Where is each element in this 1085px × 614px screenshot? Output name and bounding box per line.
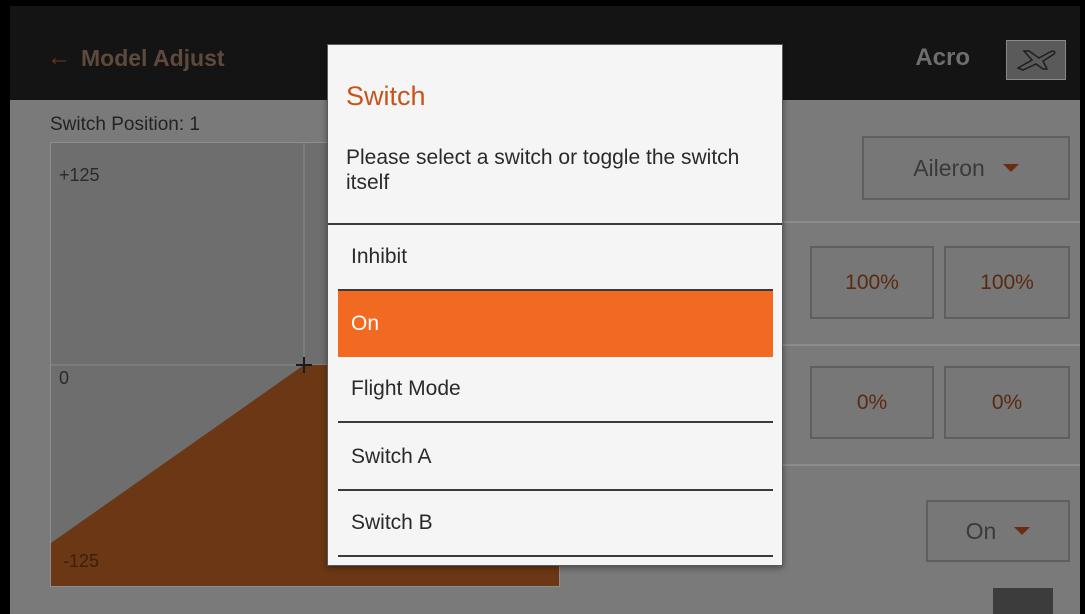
dialog-title: Switch [346,81,426,111]
back-arrow-icon: ← [47,44,71,71]
graph-min-label: -125 [63,551,100,571]
rate-right-value[interactable]: 100% [944,246,1070,319]
option-flight-mode[interactable]: Flight Mode [338,357,773,423]
expo-right-value[interactable]: 0% [944,366,1070,439]
chevron-down-icon [1002,164,1019,172]
airplane-icon[interactable] [1006,40,1066,80]
expo-left-value[interactable]: 0% [810,366,934,439]
switch-dropdown-value: On [965,517,997,544]
graph-zero-label: 0 [59,368,70,388]
graph-max-label: +125 [59,165,100,185]
switch-dropdown[interactable]: On [926,500,1070,562]
scroll-indicator [993,588,1053,614]
model-type-label: Acro [915,44,970,71]
option-inhibit[interactable]: Inhibit [338,225,773,291]
dialog-description: Please select a switch or toggle the swi… [346,146,740,194]
option-on[interactable]: On [338,291,773,357]
back-button[interactable]: ← Model Adjust [47,44,225,72]
rate-left-value[interactable]: 100% [810,246,934,319]
option-switch-a[interactable]: Switch A [338,425,773,491]
option-switch-b[interactable]: Switch B [338,491,773,557]
back-label: Model Adjust [81,44,225,71]
channel-dropdown-value: Aileron [913,154,985,181]
chevron-down-icon [1014,527,1031,535]
channel-dropdown[interactable]: Aileron [862,136,1070,200]
switch-position-label: Switch Position: 1 [50,114,200,135]
switch-select-dialog: Switch Please select a switch or toggle … [327,44,783,566]
